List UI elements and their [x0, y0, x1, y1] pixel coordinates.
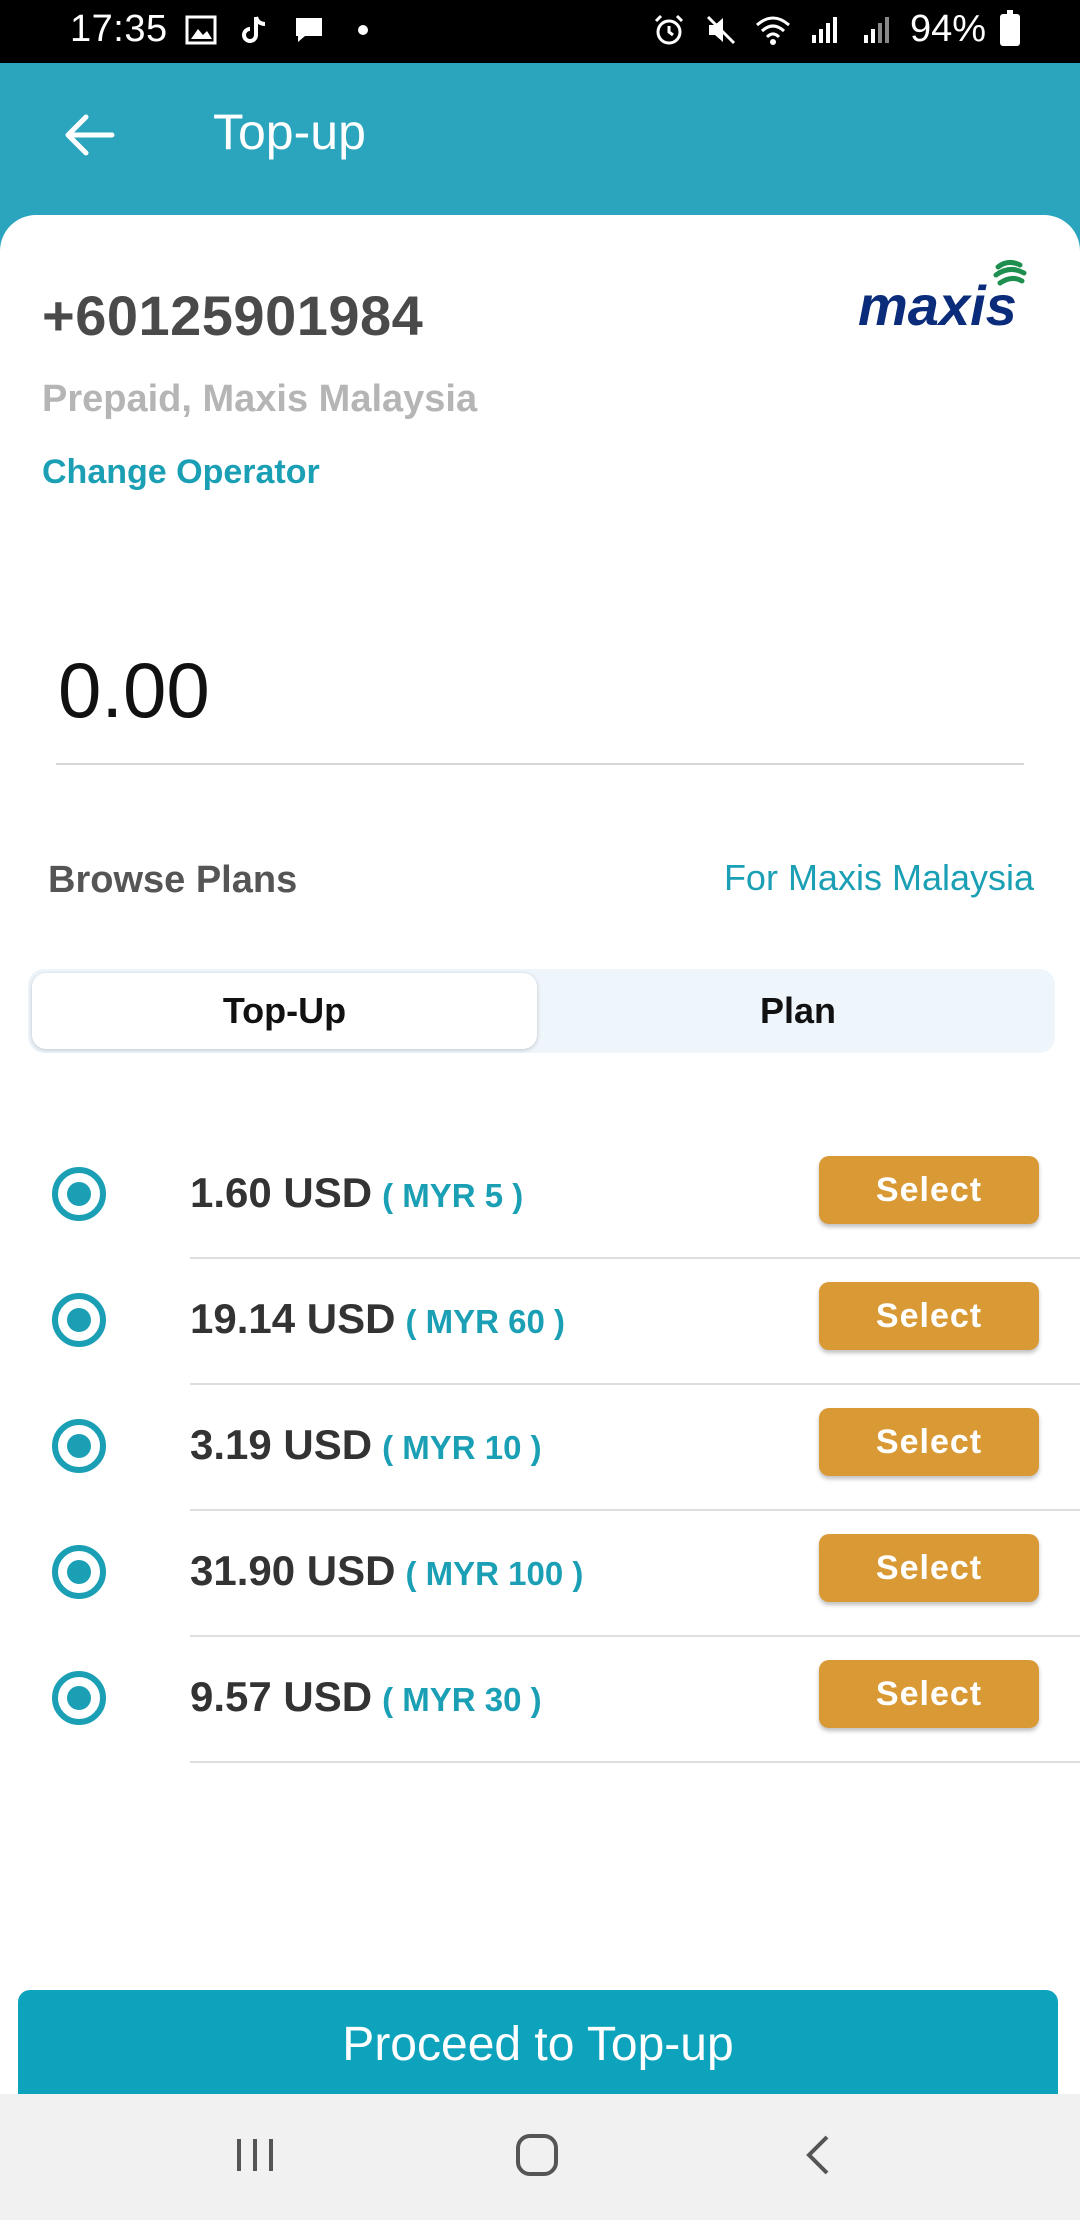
- tab-plan[interactable]: Plan: [548, 973, 1048, 1049]
- radio-selected-dot: [67, 1182, 91, 1206]
- operator-description: Prepaid, Maxis Malaysia: [42, 378, 478, 420]
- plan-row[interactable]: 9.57 USD( MYR 30 ) Select: [0, 1637, 1080, 1763]
- phone-number: +60125901984: [42, 284, 424, 347]
- wifi-icon: [754, 14, 792, 46]
- plan-price-local: ( MYR 100 ): [405, 1555, 584, 1592]
- status-time: 17:35: [70, 8, 168, 50]
- plan-price: 9.57 USD( MYR 30 ): [190, 1673, 542, 1721]
- home-button[interactable]: [497, 2126, 577, 2188]
- plan-radio[interactable]: [52, 1293, 106, 1347]
- plan-price-usd: 19.14 USD: [190, 1295, 396, 1342]
- maxis-logo: maxis: [858, 257, 1038, 337]
- gallery-icon: [184, 14, 218, 46]
- browse-plans-label: Browse Plans: [48, 859, 298, 901]
- plan-price: 1.60 USD( MYR 5 ): [190, 1169, 523, 1217]
- nav-back-button[interactable]: [778, 2126, 858, 2188]
- row-divider: [190, 1761, 1080, 1763]
- arrow-left-icon: [64, 113, 116, 162]
- signal-icon: [858, 14, 896, 46]
- tiktok-icon: [238, 14, 272, 46]
- plan-row[interactable]: 3.19 USD( MYR 10 ) Select: [0, 1385, 1080, 1511]
- message-icon: [292, 14, 326, 46]
- dot-icon: [346, 14, 380, 46]
- plan-price-local: ( MYR 60 ): [405, 1303, 565, 1340]
- plan-radio[interactable]: [52, 1545, 106, 1599]
- plan-price: 31.90 USD( MYR 100 ): [190, 1547, 583, 1595]
- topup-card: +60125901984 Prepaid, Maxis Malaysia Cha…: [0, 215, 1080, 2095]
- plan-price: 3.19 USD( MYR 10 ): [190, 1421, 542, 1469]
- battery-percent: 94%: [909, 8, 986, 50]
- logo-text: maxis: [858, 274, 1017, 337]
- plan-row[interactable]: 31.90 USD( MYR 100 ) Select: [0, 1511, 1080, 1637]
- radio-selected-dot: [67, 1434, 91, 1458]
- select-button[interactable]: Select: [819, 1408, 1039, 1476]
- change-operator-link[interactable]: Change Operator: [42, 453, 320, 492]
- app-bar: Top-up: [0, 63, 1080, 223]
- plan-price-usd: 31.90 USD: [190, 1547, 396, 1594]
- select-button[interactable]: Select: [819, 1282, 1039, 1350]
- plan-price-usd: 9.57 USD: [190, 1673, 373, 1720]
- battery-icon: [1000, 9, 1020, 46]
- select-button[interactable]: Select: [819, 1660, 1039, 1728]
- amount-underline: [56, 763, 1024, 765]
- plan-radio[interactable]: [52, 1419, 106, 1473]
- plan-type-toggle: Top-Up Plan: [28, 969, 1055, 1053]
- recents-icon: [233, 2135, 277, 2180]
- plan-price-local: ( MYR 30 ): [382, 1681, 542, 1718]
- plan-price-local: ( MYR 5 ): [382, 1177, 524, 1214]
- select-button[interactable]: Select: [819, 1156, 1039, 1224]
- radio-selected-dot: [67, 1686, 91, 1710]
- signal-icon: [806, 14, 844, 46]
- plan-price-usd: 1.60 USD: [190, 1169, 373, 1216]
- recents-button[interactable]: [215, 2126, 295, 2188]
- for-operator-link[interactable]: For Maxis Malaysia: [724, 857, 1034, 899]
- amount-input[interactable]: 0.00: [58, 645, 210, 736]
- plan-price-usd: 3.19 USD: [190, 1421, 373, 1468]
- mute-icon: [702, 14, 740, 46]
- tab-top-up[interactable]: Top-Up: [32, 973, 537, 1049]
- plan-row[interactable]: 19.14 USD( MYR 60 ) Select: [0, 1259, 1080, 1385]
- plan-price-local: ( MYR 10 ): [382, 1429, 542, 1466]
- plan-radio[interactable]: [52, 1167, 106, 1221]
- plan-row[interactable]: 1.60 USD( MYR 5 ) Select: [0, 1133, 1080, 1259]
- back-button[interactable]: [50, 107, 130, 167]
- page-title: Top-up: [213, 104, 366, 160]
- system-nav-bar: [0, 2094, 1080, 2220]
- radio-selected-dot: [67, 1560, 91, 1584]
- plan-price: 19.14 USD( MYR 60 ): [190, 1295, 565, 1343]
- select-button[interactable]: Select: [819, 1534, 1039, 1602]
- proceed-to-topup-button[interactable]: Proceed to Top-up: [18, 1990, 1058, 2098]
- radio-selected-dot: [67, 1308, 91, 1332]
- plan-radio[interactable]: [52, 1671, 106, 1725]
- alarm-icon: [650, 14, 688, 46]
- back-icon: [803, 2133, 833, 2182]
- home-icon: [514, 2132, 560, 2183]
- status-bar: 17:35 94%: [0, 0, 1080, 63]
